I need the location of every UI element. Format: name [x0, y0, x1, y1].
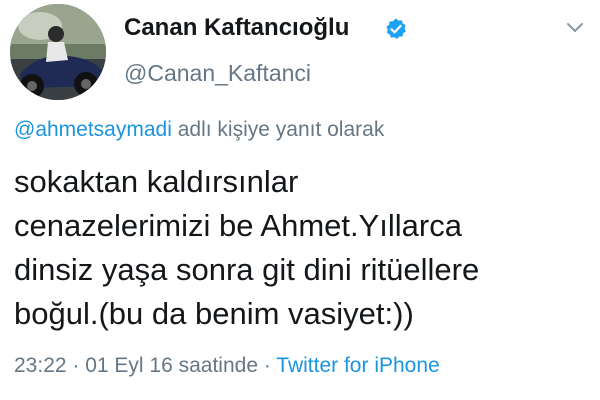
reply-context-suffix: adlı kişiye yanıt olarak: [171, 118, 385, 141]
tweet-text-line: cenazelerimizi be Ahmet.Yıllarca: [14, 208, 462, 243]
verified-badge-icon: [384, 17, 408, 41]
reply-context: @ahmetsaymadi adlı kişiye yanıt olarak: [14, 118, 384, 142]
tweet-card: Canan Kaftancıoğlu @Canan_Kaftanci @ahme…: [0, 0, 600, 400]
tweet-text-line: boğul.(bu da benim vasiyet:)): [14, 296, 414, 331]
tweet-text-line: dinsiz yaşa sonra git dini ritüellere: [14, 252, 480, 287]
reply-mention-link[interactable]: @ahmetsaymadi: [14, 118, 172, 141]
tweet-source-link[interactable]: Twitter for iPhone: [276, 354, 439, 377]
display-name[interactable]: Canan Kaftancıoğlu: [124, 14, 349, 42]
tweet-metadata: 23:22 · 01 Eyl 16 saatinde · Twitter for…: [14, 354, 440, 378]
tweet-timestamp[interactable]: 23:22 · 01 Eyl 16 saatinde ·: [14, 354, 276, 377]
tweet-text-line: sokaktan kaldırsınlar: [14, 164, 299, 199]
user-handle[interactable]: @Canan_Kaftanci: [124, 60, 311, 87]
avatar-image: [10, 4, 106, 100]
avatar[interactable]: [10, 4, 106, 100]
tweet-text: sokaktan kaldırsınlar cenazelerimizi be …: [14, 160, 594, 336]
chevron-down-icon[interactable]: [564, 16, 586, 38]
